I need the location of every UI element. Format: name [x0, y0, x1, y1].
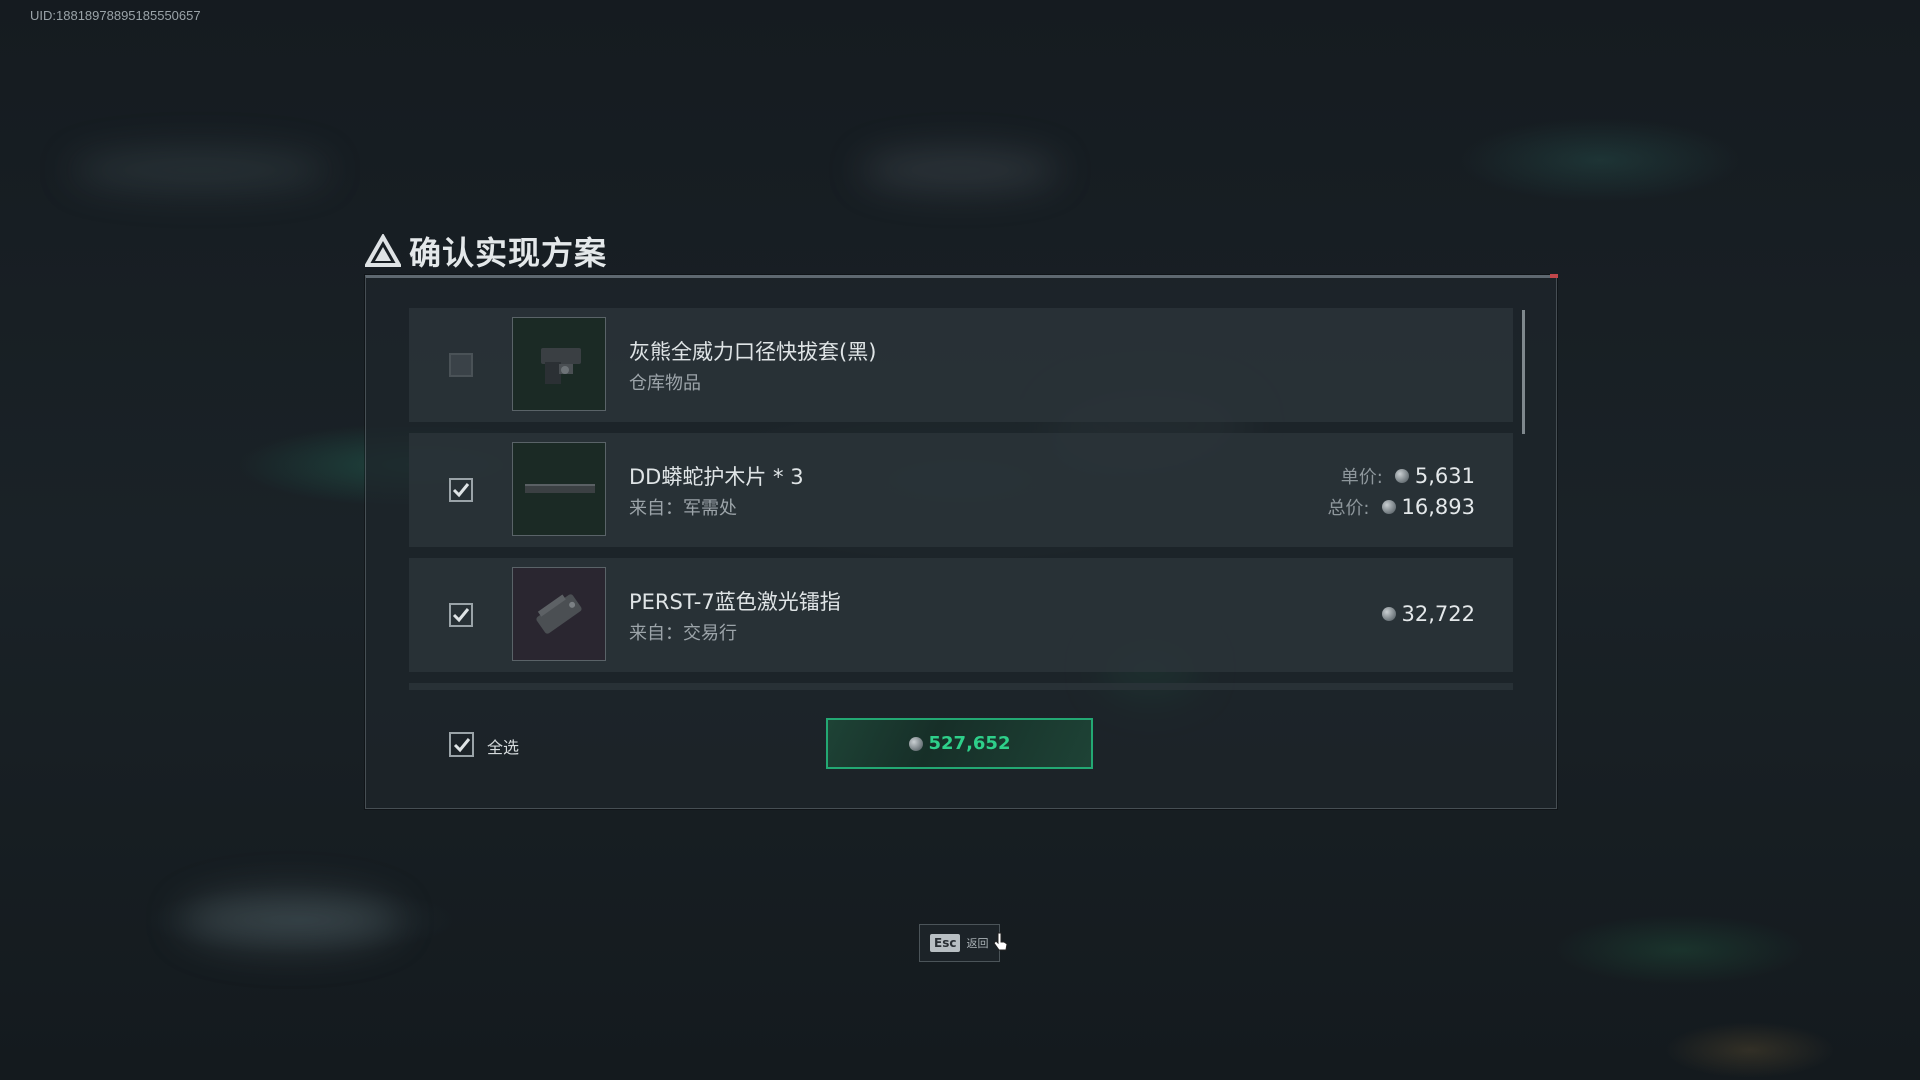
dialog-header: 确认实现方案: [365, 228, 607, 274]
coin-icon: [1381, 607, 1396, 621]
checkmark-icon: [453, 737, 470, 752]
laser-sight-icon: [536, 594, 582, 634]
select-all-checkbox[interactable]: [449, 732, 474, 757]
item-list: 灰熊全威力口径快拔套(黑) 仓库物品 DD蟒蛇护木片 * 3 来自：军需处 单价…: [409, 308, 1513, 690]
checkmark-icon: [452, 483, 470, 498]
list-item-partial: [409, 683, 1513, 690]
esc-key-hint: Esc: [930, 934, 961, 952]
esc-back-button[interactable]: Esc 返回: [919, 924, 1000, 962]
total-price-value: 16,893: [1401, 495, 1475, 519]
quickdraw-suppressor-icon: [541, 348, 581, 384]
triangle-logo-icon: [365, 234, 401, 267]
item-checkbox[interactable]: [449, 353, 473, 377]
dialog-title: 确认实现方案: [409, 234, 608, 272]
coin-icon: [1381, 500, 1396, 514]
confirm-total-button[interactable]: 527,652: [826, 718, 1093, 769]
list-item: 灰熊全威力口径快拔套(黑) 仓库物品: [409, 308, 1513, 422]
select-all-label[interactable]: 全选: [487, 734, 519, 758]
item-source: 来自：交易行: [629, 623, 737, 644]
item-thumbnail: [512, 442, 606, 536]
item-name: PERST-7蓝色激光镭指: [629, 590, 841, 614]
item-checkbox[interactable]: [449, 603, 473, 627]
unit-price-label: 单价:: [1340, 467, 1383, 488]
item-name: 灰熊全威力口径快拔套(黑): [629, 340, 877, 364]
item-thumbnail: [512, 317, 606, 411]
total-value: 527,652: [928, 733, 1011, 754]
price-value: 32,722: [1401, 602, 1475, 626]
item-thumbnail: [512, 567, 606, 661]
price-line: 32,722: [1381, 602, 1475, 626]
list-item: DD蟒蛇护木片 * 3 来自：军需处 单价: 5,631 总价: 16,893: [409, 433, 1513, 547]
coin-icon: [1394, 469, 1409, 483]
list-item: PERST-7蓝色激光镭指 来自：交易行 32,722: [409, 558, 1513, 672]
list-scrollbar[interactable]: [1522, 310, 1525, 434]
pointer-cursor-icon: [993, 932, 1008, 951]
dialog-footer: 全选 527,652: [366, 718, 1556, 778]
item-checkbox[interactable]: [449, 478, 473, 502]
unit-price-line: 单价: 5,631: [1341, 463, 1475, 489]
coin-icon: [908, 736, 923, 751]
handguard-panel-icon: [525, 484, 595, 493]
uid-label: UID:18818978895185550657: [30, 8, 201, 23]
back-label: 返回: [966, 937, 989, 950]
confirm-plan-dialog: 灰熊全威力口径快拔套(黑) 仓库物品 DD蟒蛇护木片 * 3 来自：军需处 单价…: [365, 274, 1558, 809]
item-name: DD蟒蛇护木片 * 3: [629, 465, 804, 489]
unit-price-value: 5,631: [1414, 464, 1475, 488]
item-source: 来自：军需处: [629, 498, 737, 519]
item-source: 仓库物品: [629, 373, 701, 394]
total-price-line: 总价: 16,893: [1327, 494, 1475, 520]
total-price-label: 总价:: [1327, 498, 1370, 519]
checkmark-icon: [452, 608, 470, 623]
